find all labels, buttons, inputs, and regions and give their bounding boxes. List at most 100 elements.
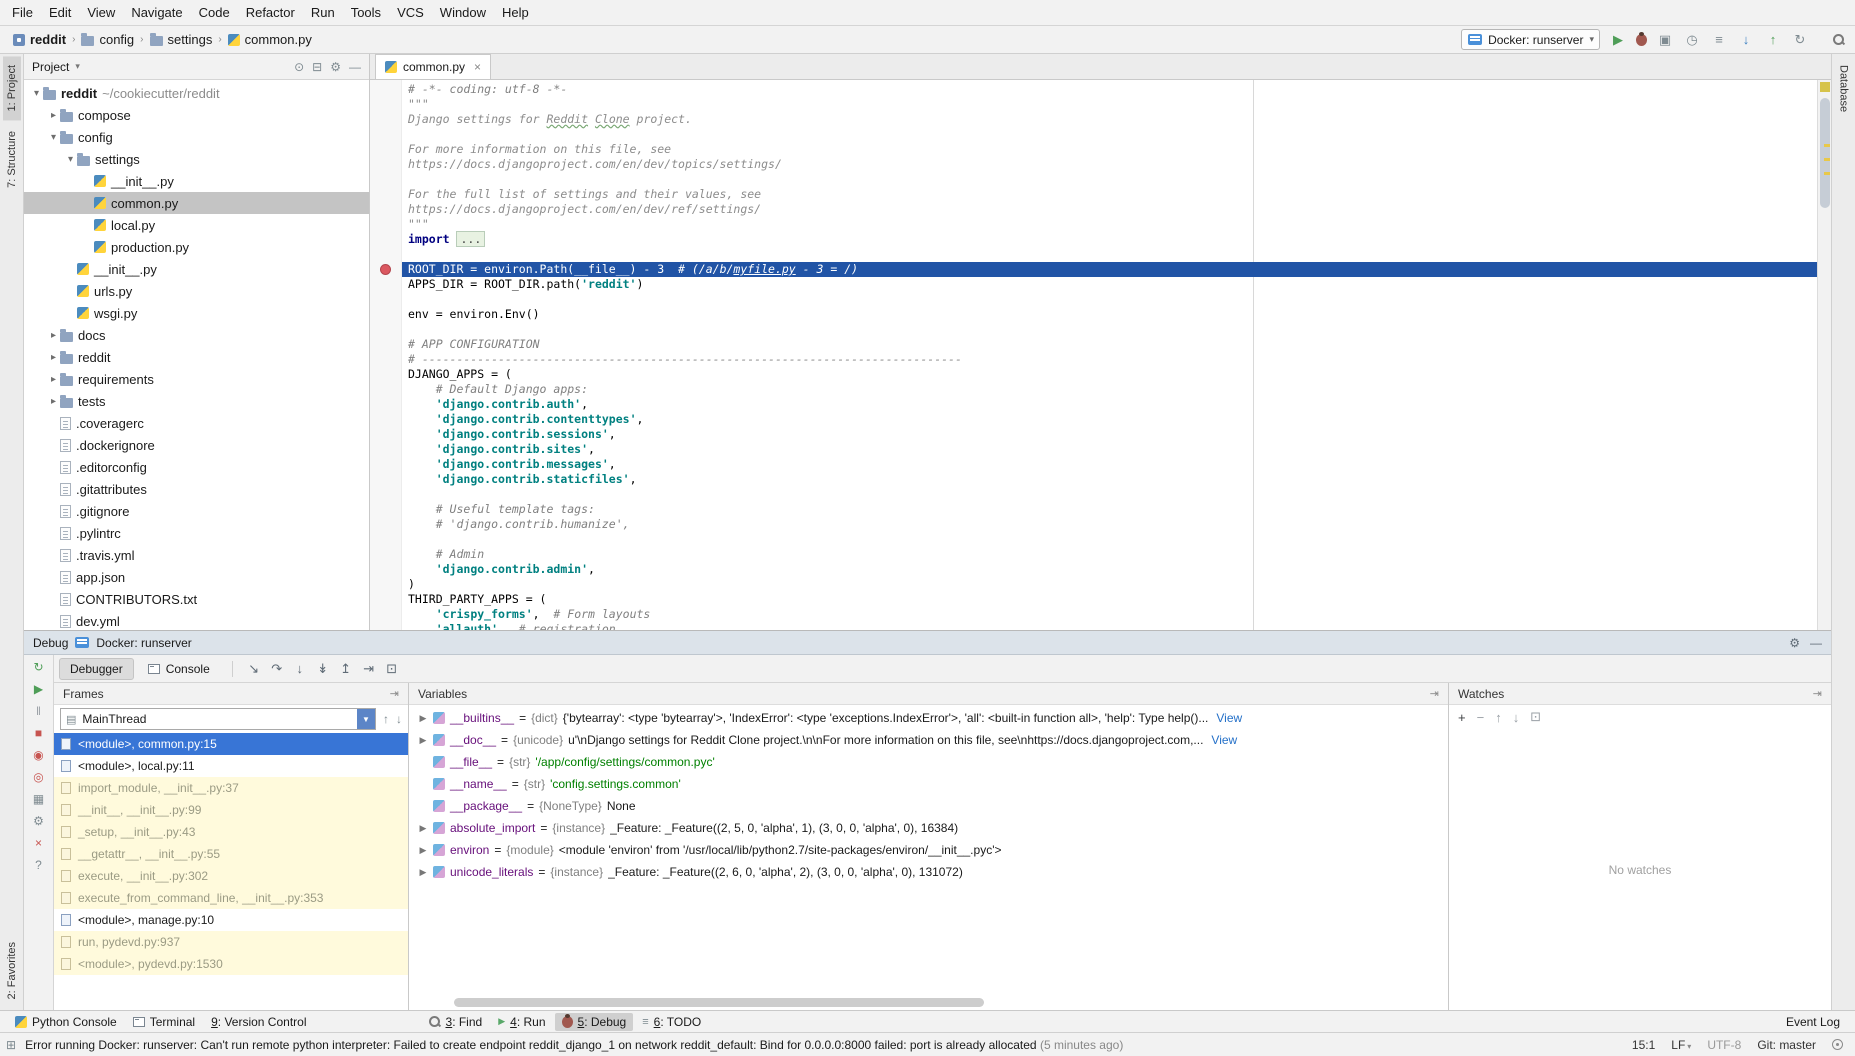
tree-item-init-py[interactable]: __init__.py xyxy=(24,258,369,280)
gutter-line[interactable] xyxy=(370,142,401,157)
chevron-down-icon[interactable]: ▼ xyxy=(357,709,375,729)
frame-item[interactable]: <module>, local.py:11 xyxy=(54,755,408,777)
variable-row-builtins[interactable]: ▶__builtins__ = {dict}{'bytearray': <typ… xyxy=(409,707,1448,729)
gutter-line[interactable] xyxy=(370,112,401,127)
frame-item[interactable]: execute_from_command_line, __init__.py:3… xyxy=(54,887,408,909)
help-icon[interactable]: ? xyxy=(30,858,48,873)
menu-file[interactable]: File xyxy=(4,5,41,20)
gutter-line[interactable] xyxy=(370,397,401,412)
tree-item-production-py[interactable]: production.py xyxy=(24,236,369,258)
frame-item[interactable]: __getattr__, __init__.py:55 xyxy=(54,843,408,865)
tree-item-settings[interactable]: ▾settings xyxy=(24,148,369,170)
tool-button-2-favorites[interactable]: 2: Favorites xyxy=(3,933,21,1008)
variable-row-file[interactable]: __file__ = {str}'/app/config/settings/co… xyxy=(409,751,1448,773)
menu-view[interactable]: View xyxy=(79,5,123,20)
tool-button-1-project[interactable]: 1: Project xyxy=(3,56,21,120)
gutter-line[interactable] xyxy=(370,547,401,562)
frame-item[interactable]: run, pydevd.py:937 xyxy=(54,931,408,953)
gutter-line[interactable] xyxy=(370,217,401,232)
chevron-right-icon[interactable]: ▸ xyxy=(47,396,60,407)
settings-icon[interactable]: ⚙ xyxy=(30,814,48,829)
menu-help[interactable]: Help xyxy=(494,5,537,20)
debug-tab-debugger[interactable]: Debugger xyxy=(59,658,134,680)
editor-scrollbar[interactable] xyxy=(1817,80,1831,630)
gutter-line[interactable] xyxy=(370,157,401,172)
warning-stripe-mark[interactable] xyxy=(1824,172,1830,175)
tool-window-button-python-console[interactable]: Python Console xyxy=(8,1013,124,1031)
gutter-line[interactable] xyxy=(370,412,401,427)
tree-item-compose[interactable]: ▸compose xyxy=(24,104,369,126)
gutter-line[interactable] xyxy=(370,307,401,322)
tree-item-travis-yml[interactable]: .travis.yml xyxy=(24,544,369,566)
variable-row-name[interactable]: __name__ = {str}'config.settings.common' xyxy=(409,773,1448,795)
search-everywhere-icon[interactable] xyxy=(1832,33,1845,46)
run-configuration-select[interactable]: Docker: runserver ▾ xyxy=(1461,29,1600,50)
pin-icon[interactable]: ⇥ xyxy=(1430,687,1439,700)
tree-item-gitattributes[interactable]: .gitattributes xyxy=(24,478,369,500)
run-to-cursor-icon[interactable]: ⇥ xyxy=(359,661,379,677)
tree-item-local-py[interactable]: local.py xyxy=(24,214,369,236)
inspector-icon[interactable] xyxy=(1832,1039,1843,1050)
gutter-line[interactable] xyxy=(370,502,401,517)
tree-item-tests[interactable]: ▸tests xyxy=(24,390,369,412)
scrollbar-thumb[interactable] xyxy=(1820,98,1830,208)
menu-window[interactable]: Window xyxy=(432,5,494,20)
gutter-line[interactable] xyxy=(370,172,401,187)
gutter-line[interactable] xyxy=(370,457,401,472)
vcs-history-button[interactable]: ↻ xyxy=(1791,31,1809,49)
gutter-line[interactable] xyxy=(370,532,401,547)
evaluate-expression-icon[interactable]: ⊡ xyxy=(382,661,402,677)
tree-item-requirements[interactable]: ▸requirements xyxy=(24,368,369,390)
tool-button-7-structure[interactable]: 7: Structure xyxy=(3,122,21,197)
frame-item[interactable]: import_module, __init__.py:37 xyxy=(54,777,408,799)
gutter-line[interactable] xyxy=(370,277,401,292)
mute-breakpoints-icon[interactable]: ◎ xyxy=(30,770,48,785)
vcs-branch-widget[interactable]: Git: master xyxy=(1757,1038,1816,1052)
gutter-line[interactable] xyxy=(370,577,401,592)
tool-window-button-9-version-control[interactable]: 9: Version Control xyxy=(204,1013,313,1031)
gutter-line[interactable] xyxy=(370,607,401,622)
tree-item-pylintrc[interactable]: .pylintrc xyxy=(24,522,369,544)
gutter-line[interactable] xyxy=(370,472,401,487)
tree-item-reddit[interactable]: ▸reddit xyxy=(24,346,369,368)
gutter-line[interactable] xyxy=(370,292,401,307)
breadcrumb-item-reddit[interactable]: reddit xyxy=(10,32,69,47)
move-watch-down-icon[interactable]: ↓ xyxy=(1513,710,1520,725)
tree-item-config[interactable]: ▾config xyxy=(24,126,369,148)
rerun-icon[interactable]: ↻ xyxy=(30,660,48,675)
breadcrumb-item-settings[interactable]: settings xyxy=(147,32,216,47)
tree-item-contributors-txt[interactable]: CONTRIBUTORS.txt xyxy=(24,588,369,610)
breadcrumb-item-common-py[interactable]: common.py xyxy=(225,32,315,47)
tool-window-button-terminal[interactable]: Terminal xyxy=(126,1013,202,1031)
debug-tab-console[interactable]: Console xyxy=(137,658,221,680)
tool-window-button-4-run[interactable]: ▶4: Run xyxy=(491,1013,552,1031)
tool-window-button-event-log[interactable]: Event Log xyxy=(1779,1013,1847,1031)
gutter-line[interactable] xyxy=(370,127,401,142)
settings-icon[interactable]: ⚙ xyxy=(1789,636,1800,650)
inspection-indicator[interactable] xyxy=(1820,82,1830,92)
status-message[interactable]: Error running Docker: runserver: Can't r… xyxy=(25,1038,1123,1052)
tool-button-database[interactable]: Database xyxy=(1835,56,1853,121)
chevron-down-icon[interactable]: ▾ xyxy=(47,132,60,143)
step-out-icon[interactable]: ↥ xyxy=(336,661,356,677)
frame-item[interactable]: <module>, manage.py:10 xyxy=(54,909,408,931)
gutter-line[interactable] xyxy=(370,337,401,352)
settings-icon[interactable]: ⚙ xyxy=(330,60,341,74)
horizontal-scrollbar[interactable] xyxy=(454,998,984,1007)
editor-gutter[interactable] xyxy=(370,80,402,630)
chevron-right-icon[interactable]: ▸ xyxy=(47,330,60,341)
view-link[interactable]: View xyxy=(1211,733,1237,747)
gutter-line[interactable] xyxy=(370,382,401,397)
breadcrumb-item-config[interactable]: config xyxy=(78,32,137,47)
menu-refactor[interactable]: Refactor xyxy=(238,5,303,20)
variable-row-environ[interactable]: ▶environ = {module}<module 'environ' fro… xyxy=(409,839,1448,861)
profiler-button[interactable]: ◷ xyxy=(1683,31,1701,49)
chevron-right-icon[interactable]: ▸ xyxy=(47,374,60,385)
gutter-line[interactable] xyxy=(370,442,401,457)
gutter-line[interactable] xyxy=(370,202,401,217)
chevron-down-icon[interactable]: ▾ xyxy=(75,61,80,72)
expand-arrow-icon[interactable]: ▶ xyxy=(418,823,428,834)
step-into-icon[interactable]: ↓ xyxy=(290,661,310,676)
move-watch-up-icon[interactable]: ↑ xyxy=(1495,710,1502,725)
locate-file-icon[interactable]: ⊙ xyxy=(294,60,304,74)
